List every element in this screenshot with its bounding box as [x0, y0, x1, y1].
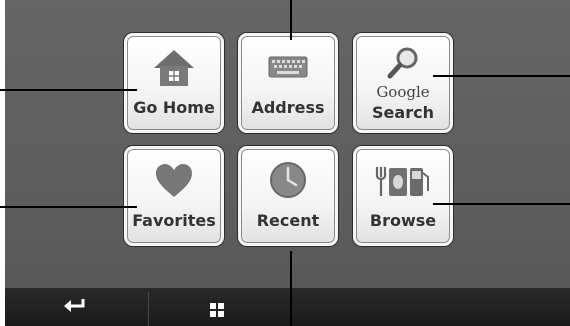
favorites-label: Favorites — [132, 211, 216, 230]
go-home-button[interactable]: Go Home — [124, 33, 224, 133]
browse-label: Browse — [369, 211, 437, 230]
heart-icon — [154, 163, 194, 203]
callout-line-google-search — [433, 75, 570, 77]
keyboard-icon — [268, 56, 308, 82]
favorites-button[interactable]: Favorites — [124, 146, 224, 246]
grid-icon — [210, 303, 224, 317]
go-home-label: Go Home — [133, 98, 215, 117]
return-arrow-icon — [64, 299, 85, 312]
poi-categories-icon — [373, 163, 433, 203]
browse-button[interactable]: Browse — [353, 146, 453, 246]
google-brand: Google — [376, 83, 430, 101]
menu-grid: Go Home Address Google Search Favorites … — [5, 0, 570, 288]
callout-line-address — [290, 0, 292, 40]
callout-line-favorites — [0, 206, 137, 208]
menu-screen: Go Home Address Google Search Favorites … — [5, 0, 570, 326]
callout-line-recent — [290, 251, 292, 326]
main-menu-button[interactable] — [210, 298, 224, 322]
recent-label: Recent — [256, 211, 320, 230]
address-button[interactable]: Address — [238, 33, 338, 133]
recent-button[interactable]: Recent — [238, 146, 338, 246]
back-button[interactable] — [63, 296, 85, 320]
bottom-bar — [5, 288, 570, 326]
bottom-bar-divider — [148, 292, 149, 326]
search-label: Search — [372, 103, 434, 122]
house-icon — [152, 48, 196, 92]
address-label: Address — [251, 98, 325, 117]
google-search-button[interactable]: Google Search — [353, 33, 453, 133]
callout-line-go-home — [0, 89, 137, 91]
clock-icon — [268, 160, 308, 204]
callout-line-browse — [433, 203, 570, 205]
magnifier-icon — [386, 46, 420, 84]
